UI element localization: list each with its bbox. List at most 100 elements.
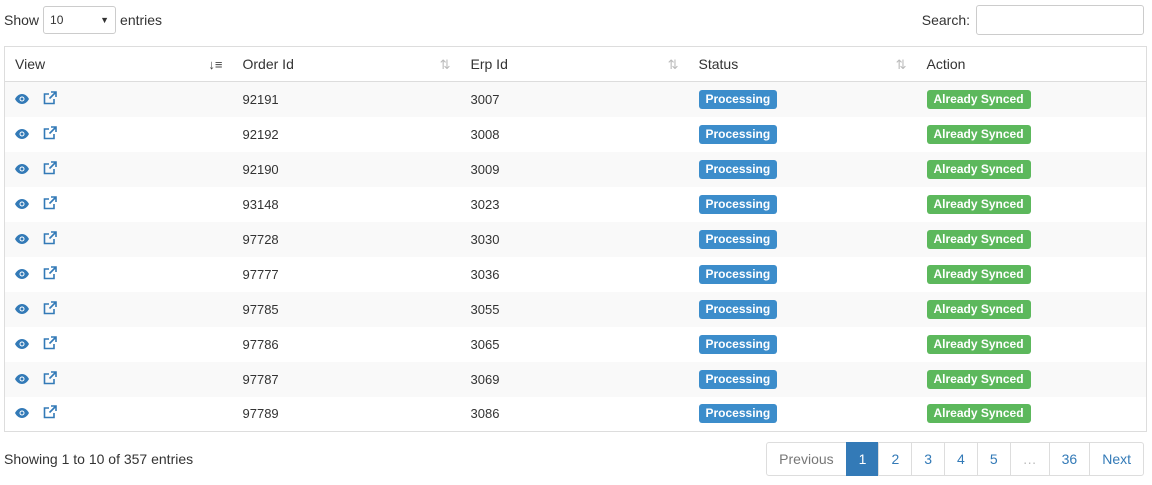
order-id-cell: 97789 [242, 406, 279, 422]
external-link-icon[interactable] [43, 405, 57, 422]
eye-icon[interactable] [15, 337, 29, 352]
entries-label: entries [120, 12, 163, 28]
erp-id-cell: 3055 [470, 301, 500, 317]
eye-icon[interactable] [15, 232, 29, 247]
show-label: Show [4, 12, 40, 28]
eye-icon[interactable] [15, 372, 29, 387]
external-link-icon[interactable] [43, 195, 57, 213]
column-header-erp-id[interactable]: Erp Id ⇅ [460, 46, 689, 82]
search-control: Search: [922, 5, 1144, 35]
external-link-icon[interactable] [43, 370, 57, 388]
erp-id-cell: 3086 [470, 406, 500, 422]
view-cell [5, 292, 233, 327]
status-badge: Processing [698, 194, 778, 214]
entries-per-page-select[interactable]: 10 ▼ [43, 6, 117, 34]
external-link-icon[interactable] [43, 160, 57, 178]
column-header-status[interactable]: Status ⇅ [688, 46, 917, 82]
sort-icon: ⇅ [895, 57, 907, 72]
action-cell: Already Synced [917, 397, 1147, 432]
page-button-3[interactable]: 3 [911, 442, 946, 476]
view-cell [5, 82, 233, 117]
table-row: 92191 3007 Processing Already Synced [4, 81, 1147, 117]
erp-id-cell: 3007 [470, 91, 500, 107]
column-header-action: Action [916, 46, 1147, 82]
order-id-cell: 97728 [242, 231, 279, 247]
status-badge: Processing [698, 334, 778, 354]
eye-icon[interactable] [15, 127, 29, 142]
table-info: Showing 1 to 10 of 357 entries [4, 451, 194, 467]
external-link-icon[interactable] [43, 335, 57, 353]
previous-page-button[interactable]: Previous [766, 442, 847, 476]
page-button-36[interactable]: 36 [1048, 442, 1091, 476]
search-label: Search: [921, 12, 970, 28]
sync-status-badge: Already Synced [926, 404, 1031, 424]
page-button-4[interactable]: 4 [944, 442, 978, 476]
external-link-icon[interactable] [43, 265, 57, 283]
eye-icon[interactable] [15, 92, 29, 107]
eye-icon[interactable] [15, 302, 29, 317]
status-badge: Processing [698, 229, 778, 249]
view-cell [5, 152, 233, 187]
eye-icon[interactable] [15, 267, 29, 282]
sync-status-badge: Already Synced [926, 369, 1031, 389]
external-link-icon[interactable] [43, 125, 57, 143]
status-cell: Processing [689, 187, 917, 222]
sync-status-badge: Already Synced [926, 194, 1031, 214]
page-button-5[interactable]: 5 [976, 442, 1011, 476]
external-link-icon[interactable] [43, 90, 57, 108]
page-button-2[interactable]: 2 [878, 442, 913, 476]
erp-id-cell: 3008 [470, 126, 500, 142]
order-id-cell: 97786 [242, 336, 279, 352]
action-cell: Already Synced [917, 327, 1147, 362]
view-cell [5, 117, 233, 152]
action-cell: Already Synced [917, 257, 1147, 292]
action-cell: Already Synced [917, 292, 1147, 327]
erp-id-cell: 3023 [470, 196, 500, 212]
column-header-view[interactable]: View ↓≡ [4, 46, 233, 82]
eye-icon[interactable] [15, 162, 29, 177]
column-header-order-id[interactable]: Order Id ⇅ [232, 46, 461, 82]
caret-down-icon: ▼ [100, 15, 110, 25]
eye-icon[interactable] [15, 406, 29, 421]
next-page-button[interactable]: Next [1089, 442, 1144, 476]
page-button-1[interactable]: 1 [845, 442, 880, 476]
table-row: 97786 3065 Processing Already Synced [5, 327, 1147, 362]
action-cell: Already Synced [917, 117, 1147, 152]
sort-icon: ⇅ [667, 57, 679, 72]
external-link-icon[interactable] [43, 230, 57, 248]
erp-id-cell: 3030 [470, 231, 500, 247]
view-cell [5, 362, 233, 397]
table-row: 97777 3036 Processing Already Synced [5, 257, 1147, 292]
view-cell [5, 327, 233, 362]
order-id-cell: 92192 [242, 126, 279, 142]
table-row: 97785 3055 Processing Already Synced [4, 291, 1147, 327]
sync-status-badge: Already Synced [926, 334, 1031, 354]
eye-icon[interactable] [15, 197, 29, 212]
search-input[interactable] [976, 5, 1144, 35]
action-cell: Already Synced [917, 82, 1147, 117]
external-link-icon[interactable] [43, 300, 57, 318]
view-cell [5, 257, 233, 292]
sync-status-badge: Already Synced [926, 264, 1031, 284]
erp-id-cell: 3069 [470, 371, 500, 387]
sync-status-badge: Already Synced [926, 89, 1031, 109]
table-row: 92192 3008 Processing Already Synced [5, 117, 1147, 152]
status-cell: Processing [689, 327, 917, 362]
table-row: 97728 3030 Processing Already Synced [4, 221, 1147, 257]
view-cell [5, 187, 233, 222]
status-cell: Processing [689, 362, 917, 397]
sync-status-badge: Already Synced [926, 299, 1031, 319]
order-id-cell: 97777 [242, 266, 279, 282]
status-badge: Processing [698, 404, 778, 424]
order-id-cell: 92191 [242, 91, 279, 107]
table-row: 92190 3009 Processing Already Synced [4, 151, 1147, 187]
table-controls: Show 10 ▼ entries Search: [4, 5, 1144, 35]
sync-status-badge: Already Synced [926, 159, 1031, 179]
status-cell: Processing [689, 82, 917, 117]
table-row: 97789 3086 Processing Already Synced [5, 397, 1147, 432]
status-cell: Processing [689, 222, 917, 257]
table-row: 97787 3069 Processing Already Synced [4, 361, 1147, 397]
erp-id-cell: 3009 [470, 161, 500, 177]
pagination: Previous 1 2 3 4 5 … 36 Next [766, 442, 1144, 476]
status-badge: Processing [698, 89, 778, 109]
